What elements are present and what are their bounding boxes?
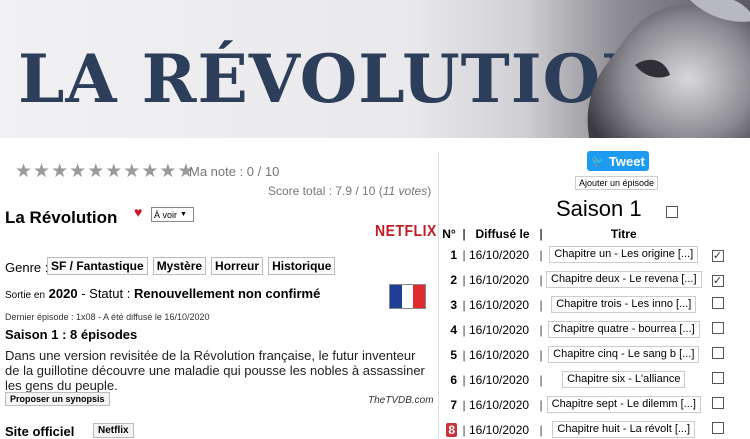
propose-synopsis-button[interactable]: Proposer un synopsis: [5, 392, 110, 406]
episode-row[interactable]: 5 | 16/10/2020 | Chapitre cinq - Le sang b […: [441, 342, 724, 367]
episode-number: 4: [450, 322, 457, 337]
flag-stripe: [390, 285, 402, 308]
episode-title-button[interactable]: Chapitre quatre - bourrea [...]: [546, 317, 702, 342]
banner-face-image: [587, 0, 750, 138]
episode-row[interactable]: 4 | 16/10/2020 | Chapitre quatre - bourrea […: [441, 317, 724, 342]
episode-number: 1: [450, 247, 457, 262]
episode-date: 16/10/2020: [469, 297, 530, 312]
episode-date: 16/10/2020: [469, 247, 530, 262]
synopsis: Dans une version revisitée de la Révolut…: [5, 348, 425, 393]
episode-title-button[interactable]: Chapitre un - Les origine [...]: [546, 242, 702, 267]
star-icon[interactable]: ★: [15, 162, 32, 181]
star-icon[interactable]: ★: [105, 162, 122, 181]
episode-seen-checkbox[interactable]: [711, 397, 724, 409]
star-icon[interactable]: ★: [33, 162, 50, 181]
episode-row[interactable]: 1 | 16/10/2020 | Chapitre un - Les origine […: [441, 242, 724, 267]
flag-stripe: [413, 285, 426, 308]
episode-seen-checkbox[interactable]: [711, 322, 724, 334]
episode-table: N° | Diffusé le | Titre 1 | 16/10/2020 | Cha…: [441, 225, 724, 439]
episode-date: 16/10/2020: [469, 322, 530, 337]
episode-date: 16/10/2020: [469, 422, 530, 437]
season-checkbox[interactable]: [666, 206, 678, 218]
genre-list: SF / Fantastique Mystère Horreur Historique: [47, 257, 336, 275]
episode-seen-checkbox[interactable]: ✓: [711, 249, 724, 262]
star-icon[interactable]: ★: [123, 162, 140, 181]
rating-stars[interactable]: ★ ★ ★ ★ ★ ★ ★ ★ ★ ★: [15, 162, 194, 181]
episode-title-button[interactable]: Chapitre six - L'alliance: [546, 367, 702, 392]
episode-title-button[interactable]: Chapitre cinq - Le sang b [...]: [546, 342, 702, 367]
netflix-logo: NETFLIX: [375, 220, 437, 240]
episode-number: 7: [450, 397, 457, 412]
episode-date: 16/10/2020: [469, 272, 530, 287]
episode-seen-checkbox[interactable]: [711, 422, 724, 434]
genre-tag[interactable]: Historique: [268, 257, 336, 275]
add-episode-button[interactable]: Ajouter un épisode: [575, 176, 659, 190]
twitter-bird-icon: 🐦: [591, 155, 605, 168]
score-votes: 11 votes: [382, 184, 428, 198]
source-credit: TheTVDB.com: [368, 395, 434, 406]
star-icon[interactable]: ★: [51, 162, 68, 181]
episode-number: 8: [446, 422, 457, 437]
episode-seen-checkbox[interactable]: ✓: [711, 274, 724, 287]
star-icon[interactable]: ★: [87, 162, 104, 181]
episode-seen-checkbox[interactable]: [711, 372, 724, 384]
episode-row[interactable]: 7 | 16/10/2020 | Chapitre sept - Le dilemm […: [441, 392, 724, 417]
show-title: La Révolution: [5, 208, 118, 227]
episode-title-button[interactable]: Chapitre deux - Le revena [...]: [546, 267, 702, 292]
episode-row[interactable]: 3 | 16/10/2020 | Chapitre trois - Les inno […: [441, 292, 724, 317]
episode-title-button[interactable]: Chapitre sept - Le dilemm [...]: [546, 392, 702, 417]
heart-icon[interactable]: ♥: [134, 204, 142, 220]
episode-number: 2: [450, 272, 457, 287]
france-flag-icon: [389, 284, 426, 309]
episode-row[interactable]: 2 | 16/10/2020 | Chapitre deux - Le revena […: [441, 267, 724, 292]
season-title: Saison 1: [556, 196, 642, 221]
episode-title-button[interactable]: Chapitre trois - Les inno [...]: [546, 292, 702, 317]
star-icon[interactable]: ★: [159, 162, 176, 181]
flag-stripe: [401, 285, 414, 308]
status-value: Renouvellement non confirmé: [133, 286, 321, 301]
genre-tag[interactable]: Mystère: [152, 257, 207, 275]
star-icon[interactable]: ★: [69, 162, 86, 181]
episode-date: 16/10/2020: [469, 372, 530, 387]
official-site-label: Site officiel :: [5, 424, 97, 439]
episode-date: 16/10/2020: [469, 397, 530, 412]
star-icon[interactable]: ★: [141, 162, 158, 181]
season-episodes: Saison 1 : 8 épisodes: [5, 327, 138, 342]
episode-seen-checkbox[interactable]: [711, 347, 724, 359]
episode-number: 6: [450, 372, 457, 387]
header-banner: LA RÉVOLUTION: [0, 0, 750, 138]
status-line: Sortie en 2020 - Statut : Renouvellement…: [5, 286, 321, 301]
genre-tag[interactable]: SF / Fantastique: [47, 257, 148, 275]
episode-number: 3: [450, 297, 457, 312]
header-date: Diffusé le: [475, 226, 530, 241]
official-site-link[interactable]: Netflix: [93, 423, 134, 438]
episode-row[interactable]: 8 | 16/10/2020 | Chapitre huit - La révolt […: [441, 417, 724, 439]
my-note: Ma note : 0 / 10: [189, 164, 280, 179]
column-divider: [438, 152, 439, 439]
episode-seen-checkbox[interactable]: [711, 297, 724, 309]
status-select[interactable]: À voir ▼: [151, 207, 194, 222]
chevron-down-icon: ▼: [180, 211, 187, 218]
header-num: N°: [442, 226, 456, 241]
genre-tag[interactable]: Horreur: [211, 257, 264, 275]
header-title: Titre: [610, 226, 637, 241]
genre-label: Genre :: [5, 260, 49, 275]
last-episode: Dernier épisode : 1x08 - A été diffusé l…: [5, 312, 210, 322]
total-score: Score total : 7.9 / 10 (11 votes): [268, 184, 432, 198]
episode-title-button[interactable]: Chapitre huit - La révolt [...]: [546, 417, 702, 439]
episode-row[interactable]: 6 | 16/10/2020 | Chapitre six - L'alliance: [441, 367, 724, 392]
tweet-button[interactable]: 🐦 Tweet: [587, 151, 649, 171]
episode-date: 16/10/2020: [469, 347, 530, 362]
episode-number: 5: [450, 347, 457, 362]
